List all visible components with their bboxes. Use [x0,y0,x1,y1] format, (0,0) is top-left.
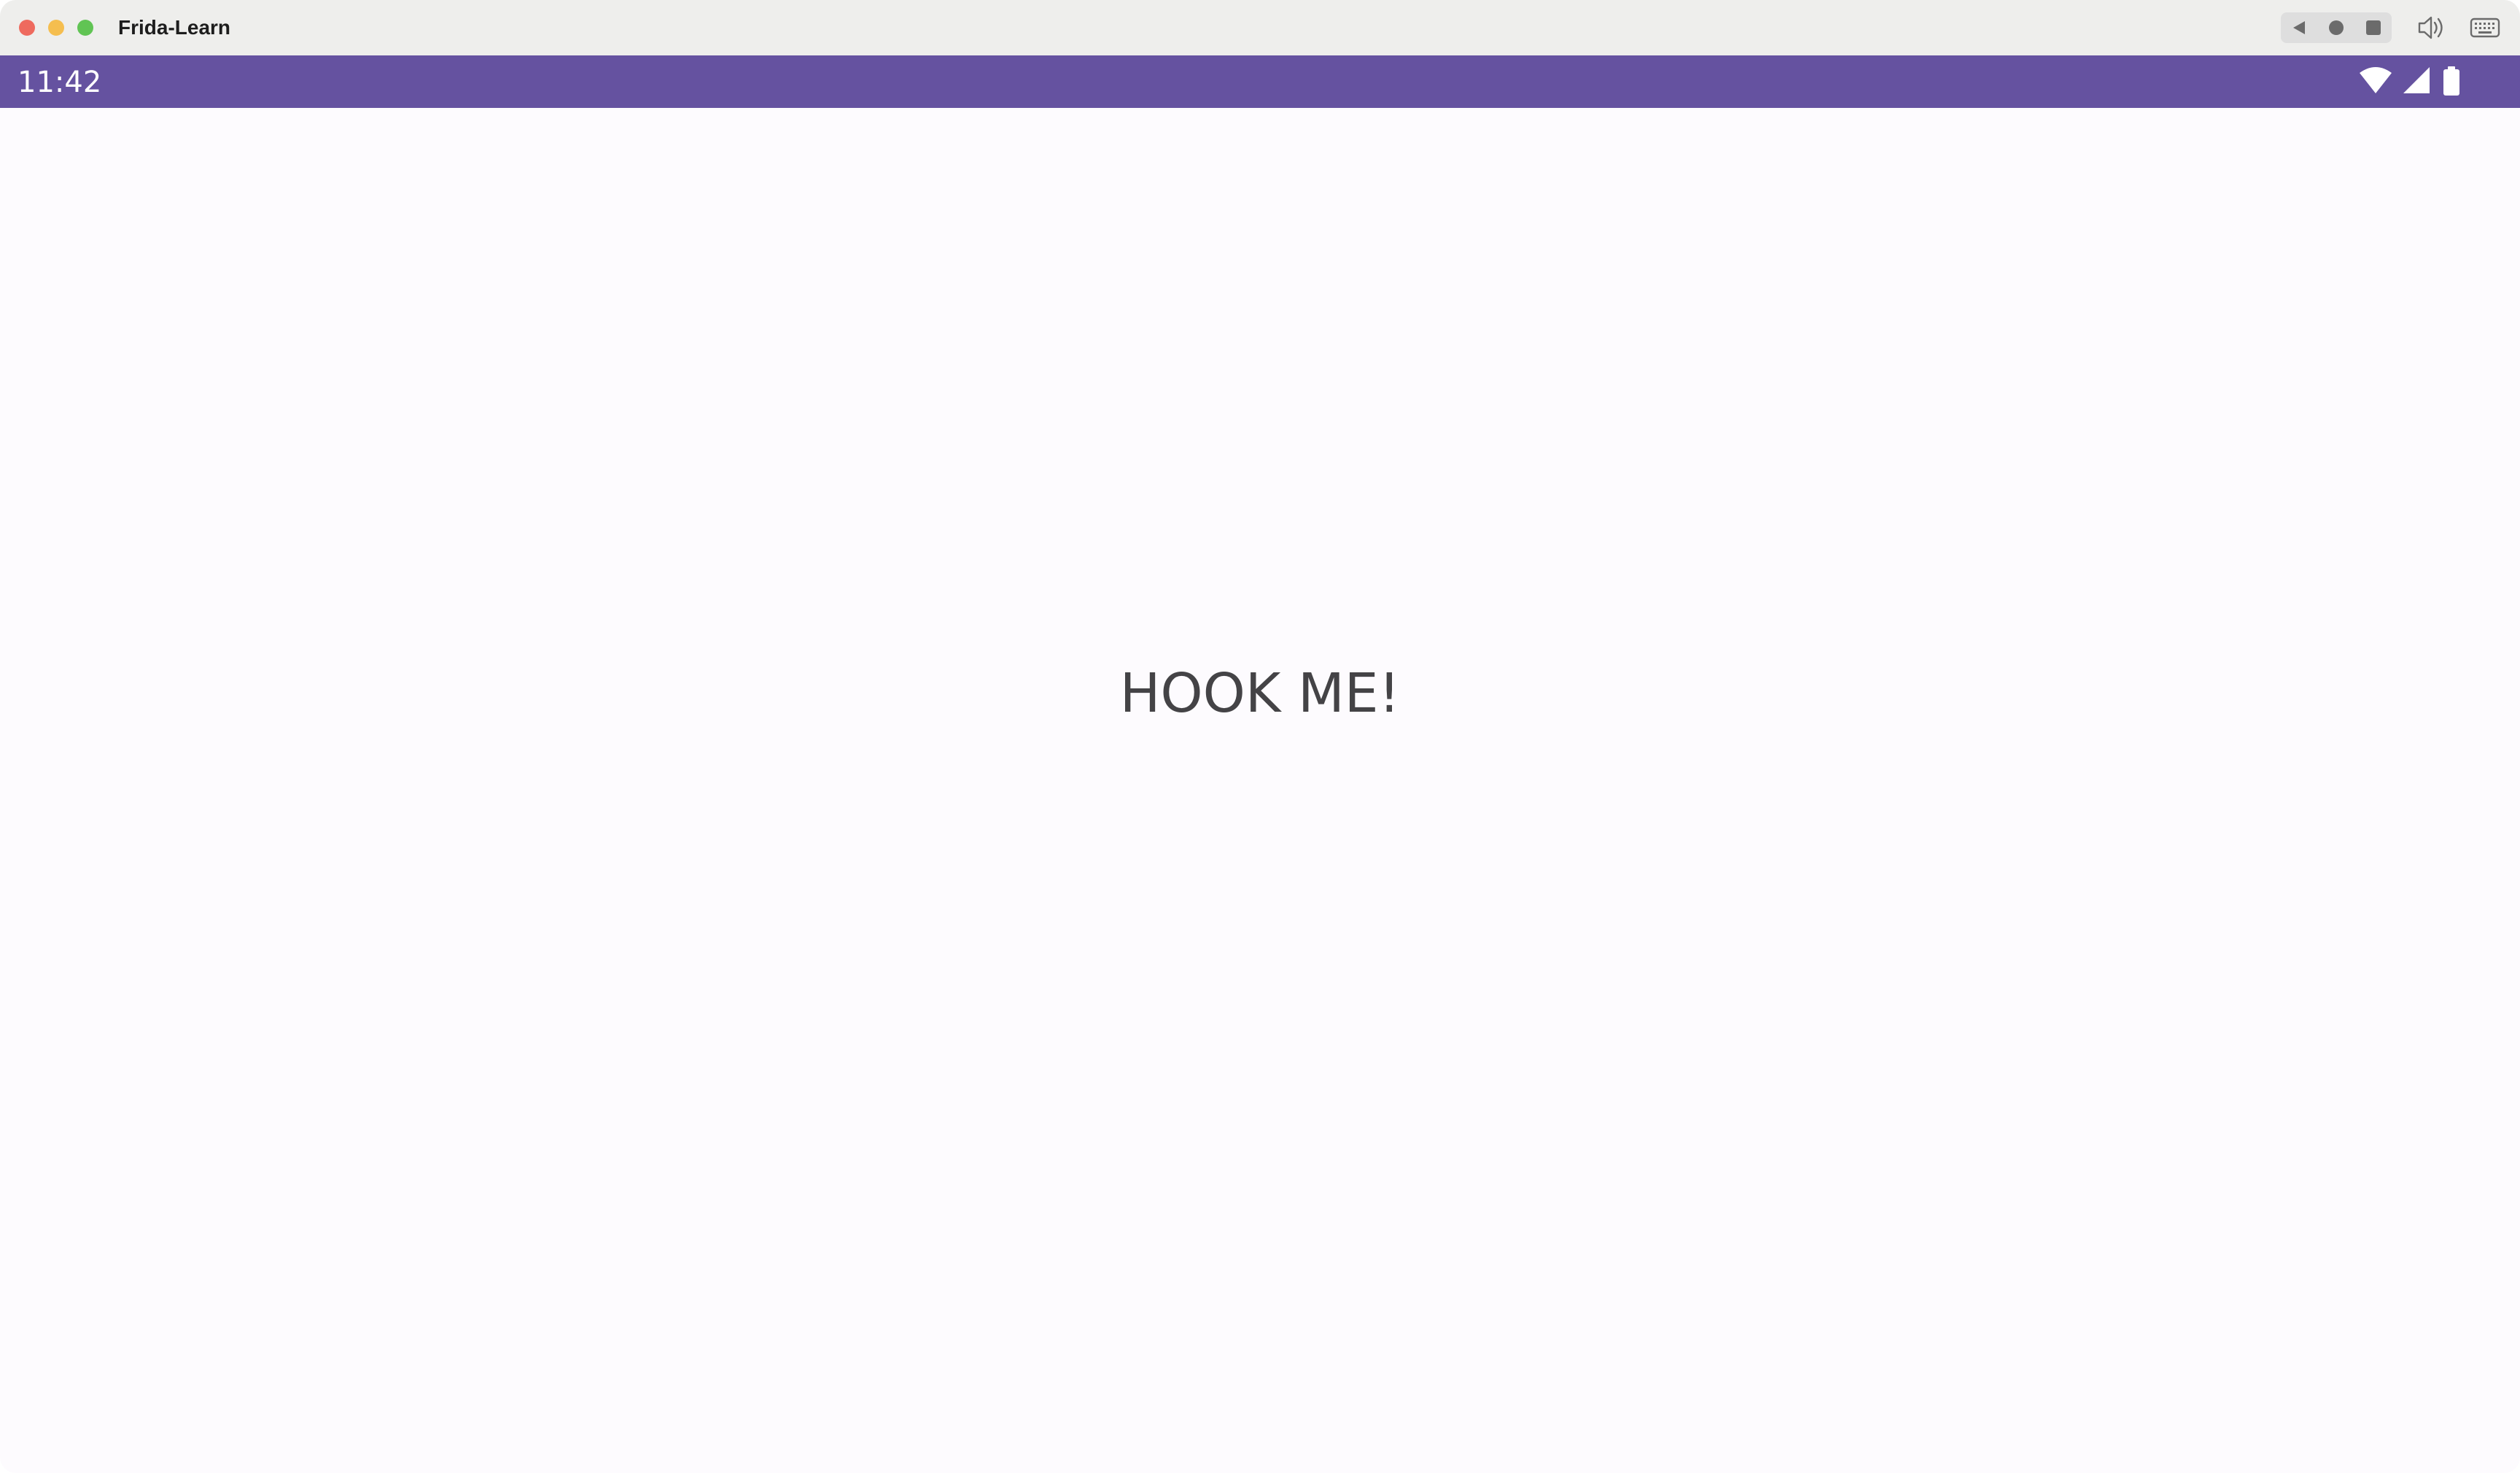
status-clock: 11:42 [18,66,102,99]
android-nav-group [2281,12,2392,43]
volume-icon [2418,16,2443,39]
keyboard-button[interactable] [2469,12,2501,44]
minimize-button[interactable] [48,20,64,36]
title-bar: Frida-Learn [0,0,2520,56]
overview-icon [2366,20,2381,35]
close-button[interactable] [19,20,35,36]
back-button[interactable] [2281,12,2317,43]
android-status-bar: 11:42 [0,55,2520,108]
back-icon [2293,21,2305,34]
window-title: Frida-Learn [118,16,231,39]
volume-button[interactable] [2415,12,2447,44]
emulator-window: Frida-Learn 11:42 HOOK ME! [0,0,2520,1473]
hook-me-text: HOOK ME! [1119,662,1401,725]
overview-button[interactable] [2355,12,2392,43]
home-icon [2329,20,2344,35]
app-content: HOOK ME! [0,108,2520,1473]
wifi-icon [2360,67,2392,93]
home-button[interactable] [2318,12,2354,43]
keyboard-icon [2470,18,2500,38]
maximize-button[interactable] [77,20,93,36]
battery-icon [2443,66,2459,96]
signal-icon [2403,67,2430,93]
